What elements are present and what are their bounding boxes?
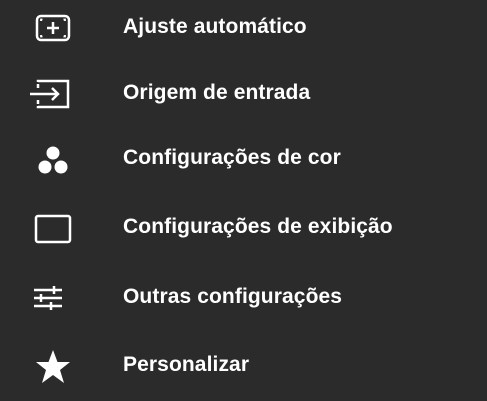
menu-item-other-settings[interactable]: Outras configurações [0,270,487,326]
menu-item-customize[interactable]: Personalizar [0,338,487,394]
sliders-icon [24,276,82,320]
menu-item-display-settings[interactable]: Configurações de exibição [0,200,487,256]
display-rectangle-icon [24,206,82,250]
settings-menu: Ajuste automático Origem de entrada Conf… [0,0,487,401]
menu-item-label: Configurações de exibição [123,215,393,238]
star-icon [24,344,82,388]
menu-item-input-source[interactable]: Origem de entrada [0,66,487,122]
menu-item-label: Personalizar [123,353,250,376]
auto-adjust-icon [24,6,82,50]
menu-item-color-settings[interactable]: Configurações de cor [0,131,487,187]
menu-item-auto-adjust[interactable]: Ajuste automático [0,0,487,56]
menu-item-label: Configurações de cor [123,146,341,169]
menu-item-label: Origem de entrada [123,81,311,104]
menu-item-label: Outras configurações [123,285,343,308]
menu-item-label: Ajuste automático [123,15,307,38]
input-source-icon [24,72,82,116]
color-dots-icon [24,137,82,181]
